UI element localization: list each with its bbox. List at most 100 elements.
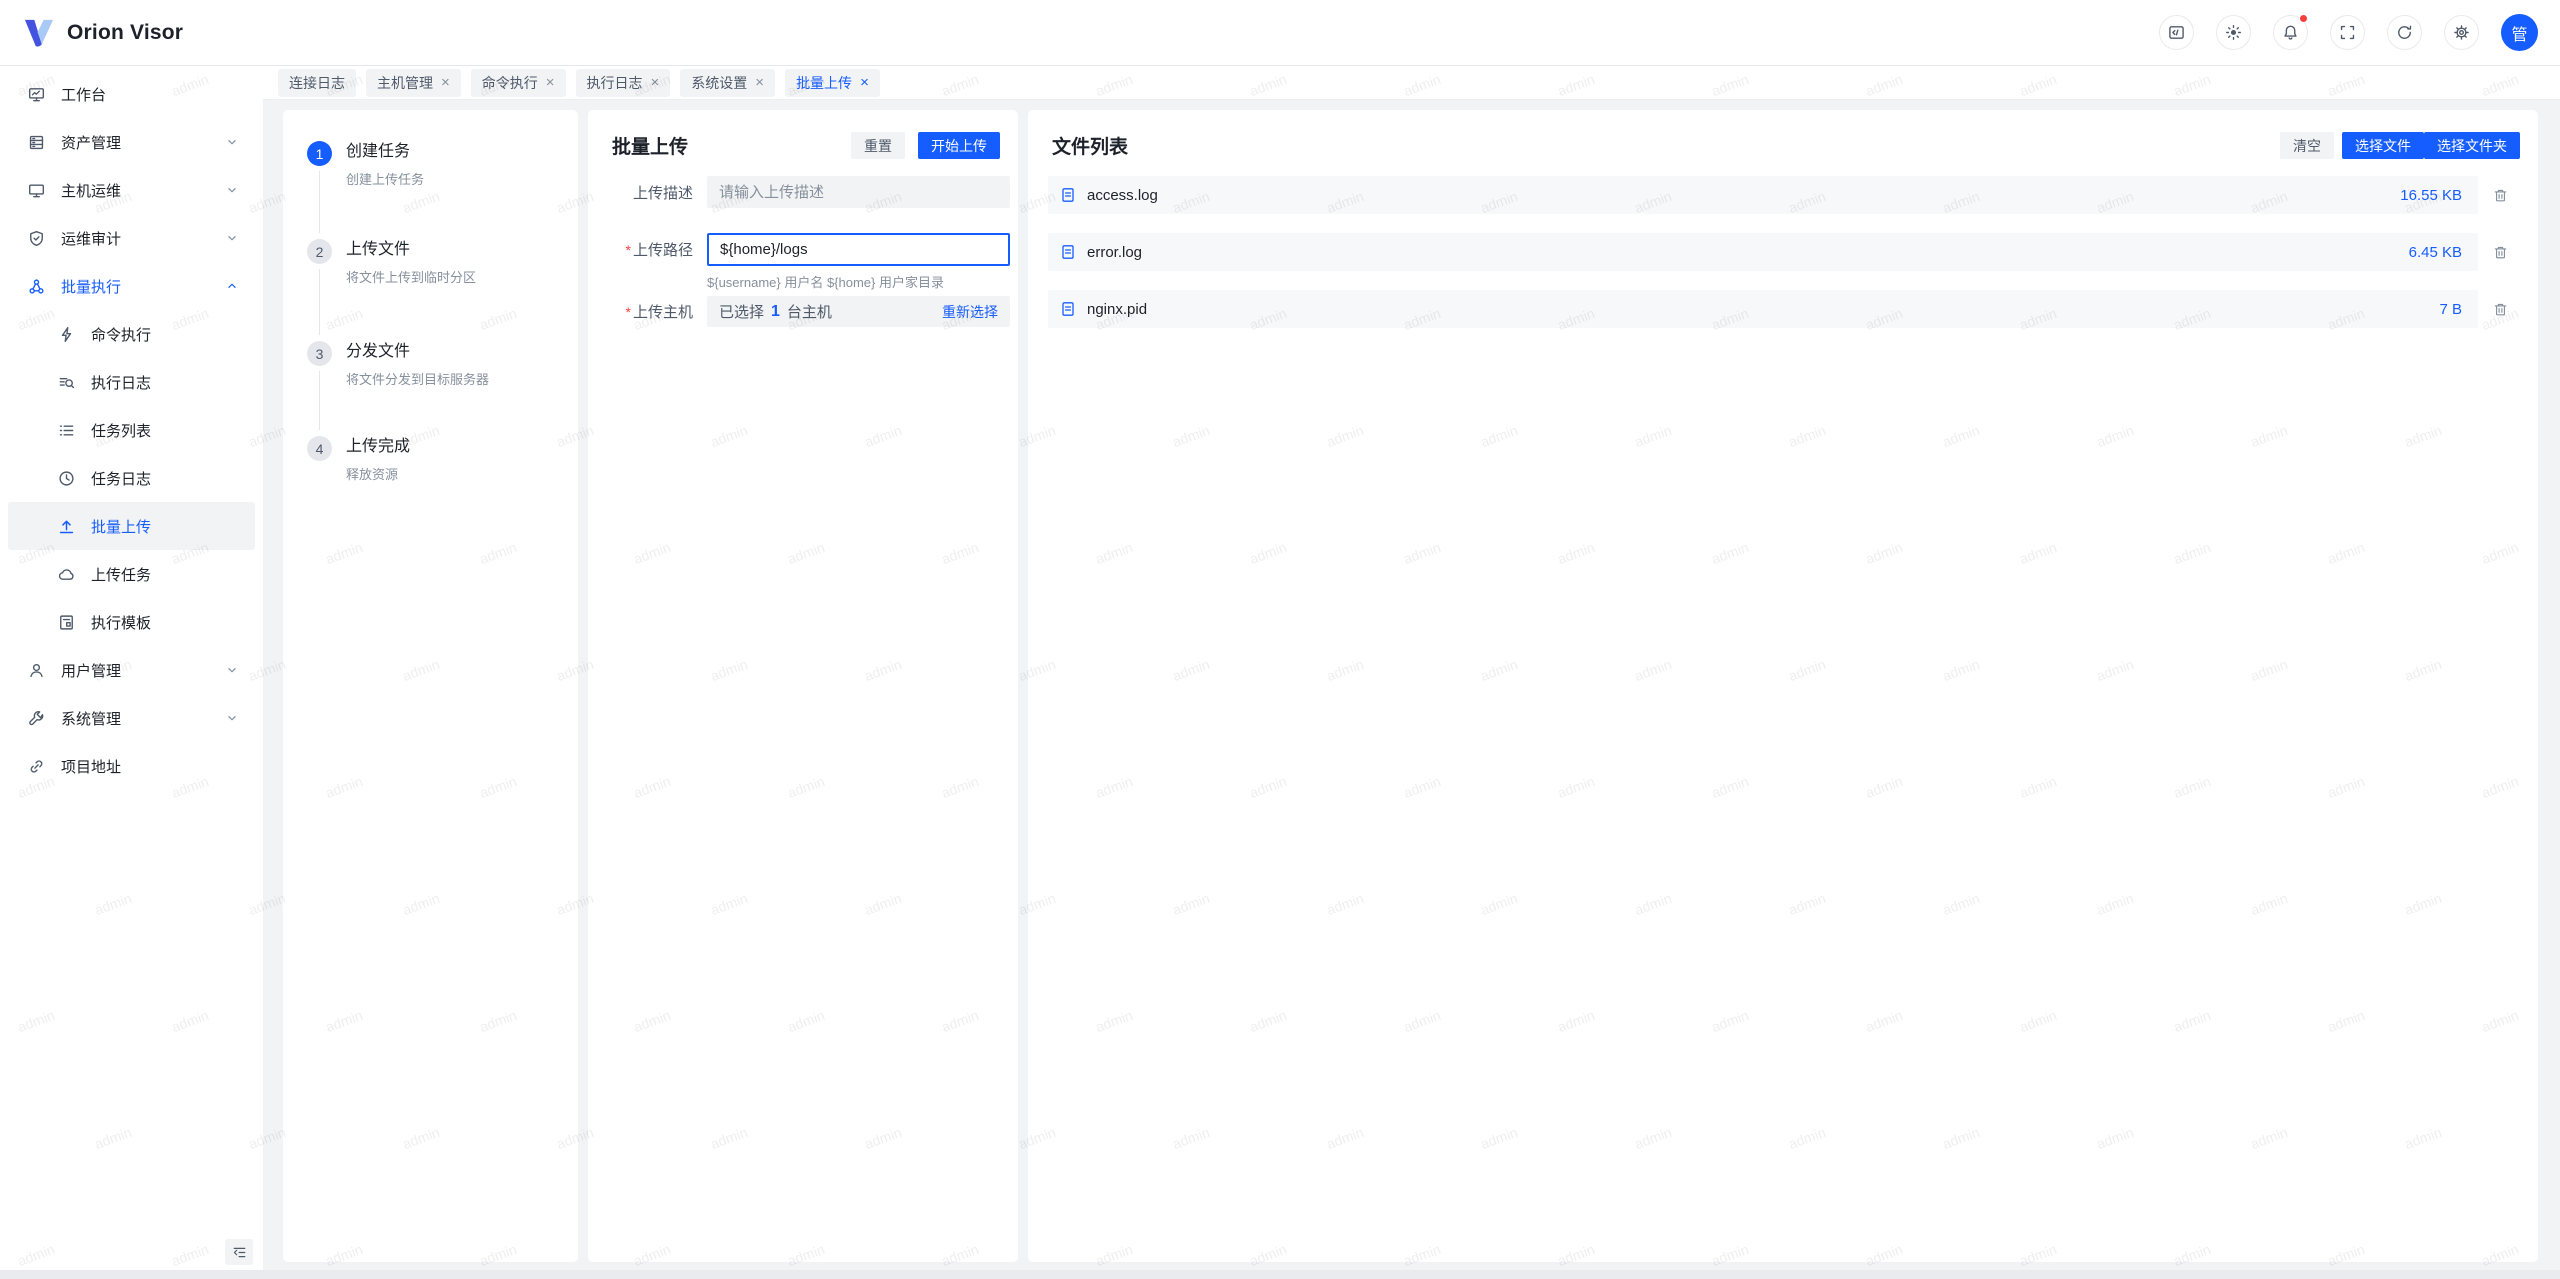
step-connector: [319, 269, 320, 335]
file-icon: [1060, 301, 1076, 317]
file-size: 6.45 KB: [2409, 244, 2462, 261]
file-row-wrap: access.log 16.55 KB: [1048, 176, 2514, 214]
link-icon: [28, 758, 45, 775]
upload-path-input[interactable]: [707, 233, 1010, 266]
select-file-button[interactable]: 选择文件: [2342, 132, 2424, 159]
reselect-hosts-button[interactable]: 重新选择: [942, 302, 998, 322]
refresh-icon: [2396, 24, 2413, 41]
shield-check-icon: [28, 230, 45, 247]
tab-host-management[interactable]: 主机管理 ×: [366, 69, 461, 97]
file-rows: access.log 16.55 KB: [1048, 176, 2514, 347]
sidebar-item-user-management[interactable]: 用户管理: [8, 646, 255, 694]
template-icon: [58, 614, 75, 631]
tab-command-exec[interactable]: 命令执行 ×: [471, 69, 566, 97]
step-number: 1: [307, 141, 332, 166]
step-connector: [319, 371, 320, 430]
horizontal-scrollbar[interactable]: [0, 1270, 2560, 1279]
sidebar-item-exec-log[interactable]: 执行日志: [8, 358, 255, 406]
close-icon[interactable]: ×: [441, 75, 450, 90]
user-avatar[interactable]: 管: [2501, 14, 2538, 51]
upload-icon: [58, 518, 75, 535]
trash-icon: [2493, 245, 2508, 260]
clock-icon: [58, 470, 75, 487]
theme-button[interactable]: [2216, 15, 2251, 50]
step-create-task: 1 创建任务 创建上传任务: [307, 140, 562, 188]
tab-connection-log[interactable]: 连接日志: [278, 69, 356, 97]
required-mark: *: [626, 304, 631, 320]
file-name: error.log: [1087, 244, 1142, 261]
close-icon[interactable]: ×: [651, 75, 660, 90]
watermark-text: admin: [2556, 656, 2560, 684]
sidebar-item-task-list[interactable]: 任务列表: [8, 406, 255, 454]
step-connector: [319, 171, 320, 233]
file-icon: [1060, 187, 1076, 203]
start-upload-button[interactable]: 开始上传: [918, 132, 1000, 159]
close-icon[interactable]: ×: [755, 75, 764, 90]
code-button[interactable]: [2159, 15, 2194, 50]
close-icon[interactable]: ×: [860, 75, 869, 90]
code-icon: [2168, 24, 2185, 41]
chevron-down-icon: [225, 135, 239, 149]
step-desc: 将文件分发到目标服务器: [346, 369, 489, 388]
upload-host-row: *上传主机 已选择 1 台主机 重新选择: [612, 296, 1010, 327]
dashboard-icon: [28, 86, 45, 103]
step-title: 上传完成: [346, 435, 410, 459]
select-folder-button[interactable]: 选择文件夹: [2424, 132, 2520, 159]
file-size: 7 B: [2439, 301, 2462, 318]
sidebar-item-task-log[interactable]: 任务日志: [8, 454, 255, 502]
step-desc: 释放资源: [346, 464, 410, 483]
sidebar-item-project-link[interactable]: 项目地址: [8, 742, 255, 790]
watermark-text: admin: [2556, 890, 2560, 918]
notification-badge: [2299, 14, 2308, 23]
sidebar-item-ops-audit[interactable]: 运维审计: [8, 214, 255, 262]
refresh-button[interactable]: [2387, 15, 2422, 50]
sidebar-item-command-exec[interactable]: 命令执行: [8, 310, 255, 358]
step-desc: 创建上传任务: [346, 169, 424, 188]
chevron-down-icon: [225, 711, 239, 725]
sidebar-item-exec-template[interactable]: 执行模板: [8, 598, 255, 646]
close-icon[interactable]: ×: [546, 75, 555, 90]
chevron-down-icon: [225, 663, 239, 677]
sidebar-item-workbench[interactable]: 工作台: [8, 70, 255, 118]
file-row: access.log 16.55 KB: [1048, 176, 2478, 214]
tab-batch-upload[interactable]: 批量上传 ×: [785, 69, 880, 97]
step-distribute-files: 3 分发文件 将文件分发到目标服务器: [307, 340, 562, 388]
delete-file-button[interactable]: [2486, 181, 2514, 209]
sidebar-item-host-ops[interactable]: 主机运维: [8, 166, 255, 214]
file-icon: [1060, 244, 1076, 260]
sidebar-item-system-management[interactable]: 系统管理: [8, 694, 255, 742]
delete-file-button[interactable]: [2486, 238, 2514, 266]
gear-icon: [2453, 24, 2470, 41]
tab-bar: 连接日志 主机管理 × 命令执行 × 执行日志 × 系统设置 × 批量上传 ×: [263, 66, 2560, 100]
upload-desc-input[interactable]: [707, 176, 1010, 208]
bell-icon: [2282, 24, 2299, 41]
settings-button[interactable]: [2444, 15, 2479, 50]
step-upload-files: 2 上传文件 将文件上传到临时分区: [307, 238, 562, 286]
tab-exec-log[interactable]: 执行日志 ×: [576, 69, 671, 97]
app-header: Orion Visor: [0, 0, 2560, 66]
step-title: 上传文件: [346, 238, 476, 262]
step-upload-complete: 4 上传完成 释放资源: [307, 435, 562, 483]
monitor-icon: [28, 182, 45, 199]
step-desc: 将文件上传到临时分区: [346, 267, 476, 286]
sidebar-collapse-button[interactable]: [225, 1239, 253, 1265]
selected-hosts-box: 已选择 1 台主机 重新选择: [707, 296, 1010, 327]
panel-title: 批量上传: [612, 132, 851, 159]
wrench-icon: [28, 710, 45, 727]
trash-icon: [2493, 188, 2508, 203]
step-title: 分发文件: [346, 340, 489, 364]
clear-files-button[interactable]: 清空: [2280, 132, 2334, 159]
sidebar-item-batch-execution[interactable]: 批量执行: [8, 262, 255, 310]
step-number: 2: [307, 239, 332, 264]
notifications-button[interactable]: [2273, 15, 2308, 50]
tab-system-settings[interactable]: 系统设置 ×: [680, 69, 775, 97]
sidebar-item-asset-management[interactable]: 资产管理: [8, 118, 255, 166]
delete-file-button[interactable]: [2486, 295, 2514, 323]
file-row: nginx.pid 7 B: [1048, 290, 2478, 328]
fullscreen-button[interactable]: [2330, 15, 2365, 50]
reset-button[interactable]: 重置: [851, 132, 905, 159]
sidebar-item-batch-upload[interactable]: 批量上传: [8, 502, 255, 550]
sidebar-item-upload-tasks[interactable]: 上传任务: [8, 550, 255, 598]
step-number: 3: [307, 341, 332, 366]
sidebar-menu: 工作台 资产管理 主机运维: [0, 66, 263, 790]
